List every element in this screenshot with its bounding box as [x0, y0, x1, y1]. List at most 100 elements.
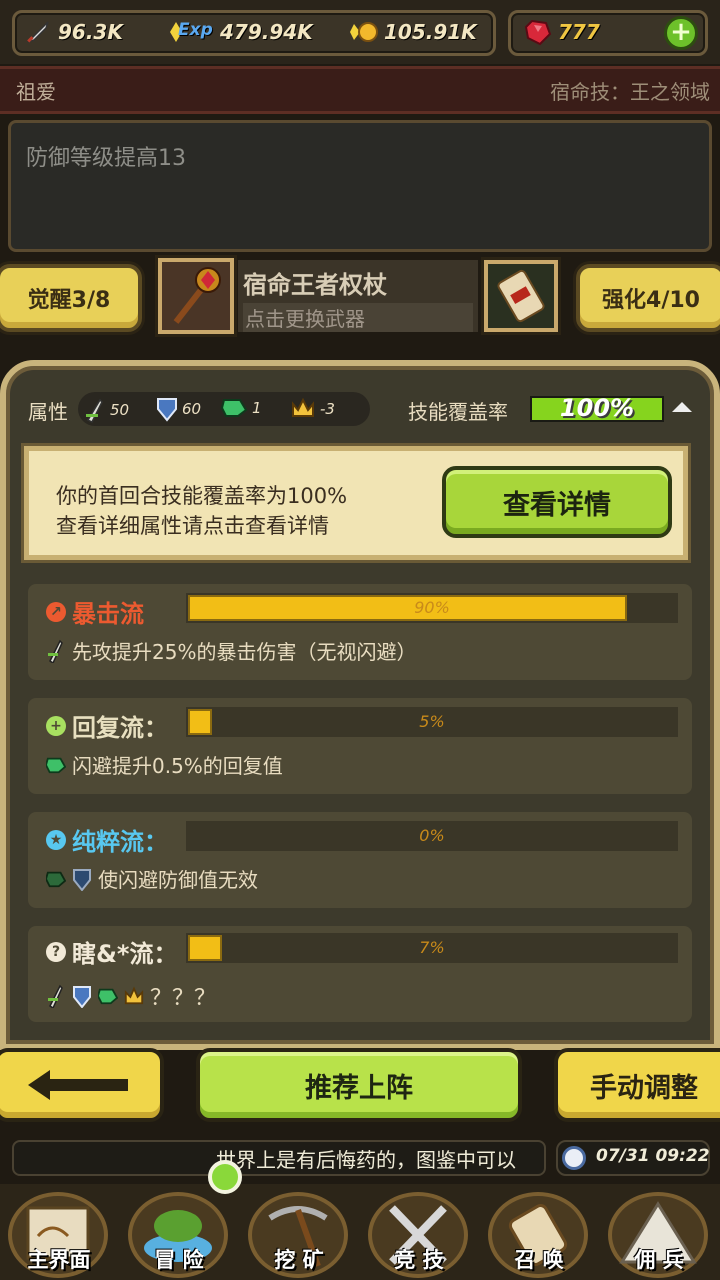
attack-resource: 96.3K: [24, 18, 123, 46]
flow-desc-crit-text: 先攻提升25%的暴击伤害（无视闪避）: [72, 640, 417, 664]
flow-desc-heal-text: 闪避提升0.5%的回复值: [72, 754, 283, 778]
flow-percent-crit: 90%: [414, 598, 450, 617]
flow-title-heal: + 回复流：: [46, 708, 168, 743]
sword-icon: [48, 984, 63, 1008]
hero-name: 祖爱: [16, 80, 56, 104]
hero-description: 防御等级提高13: [26, 146, 186, 171]
flow-percent-pure: 0%: [419, 826, 445, 845]
nav-home-label: 主界面: [27, 1248, 91, 1272]
sword-icon: [86, 398, 103, 424]
add-gems-button[interactable]: +: [664, 16, 698, 50]
exp-value: 479.94K: [220, 20, 313, 44]
attr-crown-value: -3: [320, 400, 335, 418]
flow-title-pure-text: 纯粹流：: [72, 828, 168, 856]
scepter-icon: [173, 267, 221, 324]
flow-percent-random: 7%: [419, 938, 445, 957]
collapse-arrow-icon[interactable]: [672, 402, 692, 412]
crit-icon: ↗: [46, 601, 66, 622]
nav-summon[interactable]: 召 唤: [480, 1184, 598, 1280]
exp-icon: Exp: [170, 18, 214, 46]
recommend-lineup-button[interactable]: 推荐上阵: [196, 1048, 522, 1122]
plus-icon: +: [46, 715, 66, 736]
nav-adventure[interactable]: 冒 险: [120, 1184, 238, 1280]
skill-scroll-slot[interactable]: [484, 260, 558, 332]
boot-icon: [220, 399, 248, 417]
flow-desc-random: ？？？: [46, 980, 216, 1012]
coverage-value: 100%: [559, 394, 635, 422]
flow-desc-random-text: ？？？: [150, 986, 217, 1011]
nav-mercenary-label: 佣 兵: [634, 1248, 684, 1272]
change-weapon-hint[interactable]: 点击更换武器: [243, 303, 473, 332]
nav-summon-label: 召 唤: [514, 1248, 564, 1272]
attr-crown: -3: [290, 396, 335, 422]
awaken-label: 觉醒3/8: [27, 288, 111, 313]
crown-icon: [292, 397, 314, 417]
shield-icon: [73, 868, 91, 891]
manual-adjust-label: 手动调整: [590, 1072, 698, 1104]
awaken-button[interactable]: 觉醒3/8: [0, 264, 142, 332]
attack-value: 96.3K: [58, 20, 123, 44]
ruby-icon: [524, 18, 552, 46]
shield-icon: [157, 398, 177, 422]
flow-title-pure: ★ 纯粹流：: [46, 822, 168, 857]
flow-desc-pure: 使闪避防御值无效: [46, 864, 258, 893]
flow-percent-heal: 5%: [419, 712, 445, 731]
scroll-icon: [497, 269, 545, 323]
boot-icon: [46, 871, 66, 887]
coverage-label: 技能覆盖率: [408, 400, 508, 424]
exp-resource: Exp 479.94K: [170, 18, 313, 46]
nav-home[interactable]: 主界面: [0, 1184, 118, 1280]
flow-title-crit-text: 暴击流: [72, 600, 144, 628]
flow-title-crit: ↗ 暴击流: [46, 594, 144, 629]
weapon-slot[interactable]: [158, 258, 234, 334]
clock-icon: [562, 1146, 586, 1170]
gold-resource: 105.91K: [350, 18, 477, 46]
nav-adventure-label: 冒 险: [154, 1248, 204, 1272]
datetime-text: 07/31 09:22: [596, 1146, 710, 1166]
flow-title-heal-text: 回复流：: [72, 714, 168, 742]
sword-icon: [48, 639, 63, 663]
gem-resource: 777: [524, 18, 600, 46]
weapon-name: 宿命王者权杖: [243, 271, 387, 299]
attr-shield: 60: [156, 396, 201, 422]
attribute-label: 属性: [28, 400, 68, 424]
flow-desc-crit: 先攻提升25%的暴击伤害（无视闪避）: [46, 636, 416, 665]
enhance-button[interactable]: 强化4/10: [576, 264, 720, 332]
nav-mining[interactable]: 挖 矿: [240, 1184, 358, 1280]
attr-shield-value: 60: [182, 400, 202, 418]
crown-icon: [124, 986, 144, 1005]
flow-desc-pure-text: 使闪避防御值无效: [98, 868, 258, 892]
gem-value: 777: [558, 20, 600, 44]
attr-sword-value: 50: [110, 401, 130, 419]
view-details-button[interactable]: 查看详情: [442, 466, 672, 538]
flow-title-random: ? 瞎&*流：: [46, 934, 177, 969]
nav-arena-label: 竞 技: [394, 1248, 444, 1272]
enhance-label: 强化4/10: [602, 288, 700, 313]
nav-mining-label: 挖 矿: [274, 1248, 324, 1272]
notification-dot: [208, 1160, 242, 1194]
back-arrow-icon: [28, 1070, 128, 1100]
flow-desc-heal: 闪避提升0.5%的回复值: [46, 750, 283, 779]
fate-skill-label: 宿命技：王之领域: [550, 80, 710, 104]
nav-arena[interactable]: 竞 技: [360, 1184, 478, 1280]
flow-title-random-text: 瞎&*流：: [72, 940, 178, 968]
announcement-text: 世界上是有后悔药的，图鉴中可以: [216, 1148, 516, 1172]
nav-mercenary[interactable]: 佣 兵: [600, 1184, 718, 1280]
view-details-label: 查看详情: [503, 489, 611, 521]
info-line-1: 你的首回合技能覆盖率为100%: [56, 484, 348, 508]
attr-boot-value: 1: [252, 399, 262, 417]
gold-coin-icon: [350, 18, 378, 46]
gold-value: 105.91K: [384, 20, 477, 44]
star-icon: ★: [46, 829, 66, 850]
recommend-lineup-label: 推荐上阵: [305, 1072, 413, 1104]
attr-boot: 1: [220, 396, 262, 420]
info-line-2: 查看详细属性请点击查看详情: [56, 514, 329, 538]
manual-adjust-button[interactable]: 手动调整: [554, 1048, 720, 1122]
sword-icon: [24, 18, 52, 46]
boot-icon: [46, 757, 66, 773]
question-icon: ?: [46, 941, 66, 962]
attr-sword: 50: [84, 396, 129, 424]
back-button[interactable]: [0, 1048, 164, 1122]
shield-icon: [73, 986, 91, 1008]
boot-icon: [98, 988, 118, 1005]
